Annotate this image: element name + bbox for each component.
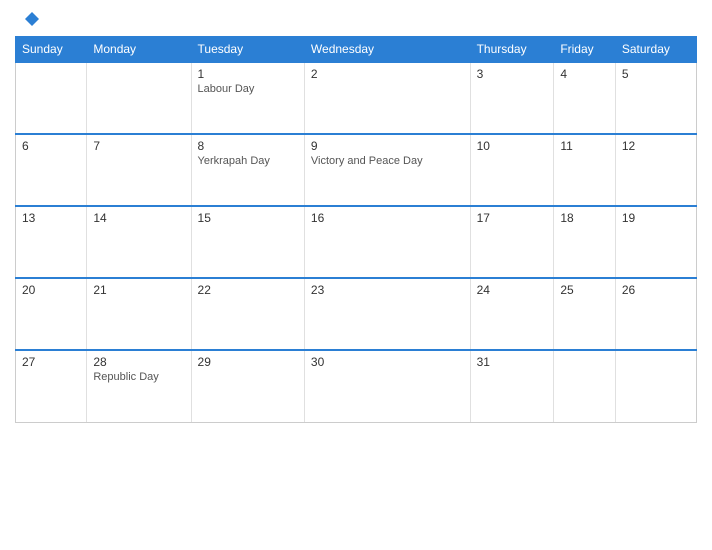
day-cell: 18 — [554, 206, 616, 278]
week-row-1: 1 Labour Day 2345 — [16, 62, 697, 134]
day-number: 10 — [477, 139, 548, 153]
day-cell — [615, 350, 696, 422]
logo — [20, 10, 45, 28]
day-cell: 24 — [470, 278, 554, 350]
day-cell: 8 Yerkrapah Day — [191, 134, 304, 206]
day-number: 12 — [622, 139, 690, 153]
weekday-header-saturday: Saturday — [615, 37, 696, 63]
day-cell: 2 — [304, 62, 470, 134]
day-number: 17 — [477, 211, 548, 225]
weekday-header-monday: Monday — [87, 37, 191, 63]
day-cell: 23 — [304, 278, 470, 350]
day-cell: 28 Republic Day — [87, 350, 191, 422]
day-number: 20 — [22, 283, 80, 297]
day-number: 28 — [93, 355, 184, 369]
day-cell: 17 — [470, 206, 554, 278]
day-cell: 6 — [16, 134, 87, 206]
weekday-header-thursday: Thursday — [470, 37, 554, 63]
day-cell: 29 — [191, 350, 304, 422]
weekday-header-sunday: Sunday — [16, 37, 87, 63]
week-row-5: 27 28 Republic Day 29 30 31 — [16, 350, 697, 422]
day-number: 26 — [622, 283, 690, 297]
day-number: 23 — [311, 283, 464, 297]
day-number: 22 — [198, 283, 298, 297]
day-number: 3 — [477, 67, 548, 81]
day-number: 29 — [198, 355, 298, 369]
weekday-header-wednesday: Wednesday — [304, 37, 470, 63]
day-cell — [16, 62, 87, 134]
day-cell — [87, 62, 191, 134]
day-cell: 25 — [554, 278, 616, 350]
day-number: 9 — [311, 139, 464, 153]
day-cell: 11 — [554, 134, 616, 206]
day-number: 25 — [560, 283, 609, 297]
day-cell: 22 — [191, 278, 304, 350]
day-cell: 16 — [304, 206, 470, 278]
day-number: 30 — [311, 355, 464, 369]
day-cell: 21 — [87, 278, 191, 350]
week-row-2: 678 Yerkrapah Day 9 Victory and Peace Day 10… — [16, 134, 697, 206]
holiday-label: Yerkrapah Day — [198, 155, 298, 167]
weekday-header-tuesday: Tuesday — [191, 37, 304, 63]
day-cell: 15 — [191, 206, 304, 278]
day-number: 19 — [622, 211, 690, 225]
day-cell: 30 — [304, 350, 470, 422]
day-number: 11 — [560, 139, 609, 153]
day-number: 18 — [560, 211, 609, 225]
day-cell: 9 Victory and Peace Day — [304, 134, 470, 206]
day-cell: 13 — [16, 206, 87, 278]
logo-flag-icon — [23, 10, 41, 28]
day-cell: 27 — [16, 350, 87, 422]
day-number: 6 — [22, 139, 80, 153]
day-number: 21 — [93, 283, 184, 297]
day-cell: 26 — [615, 278, 696, 350]
day-cell: 20 — [16, 278, 87, 350]
calendar-page: SundayMondayTuesdayWednesdayThursdayFrid… — [0, 0, 712, 550]
day-number: 2 — [311, 67, 464, 81]
holiday-label: Victory and Peace Day — [311, 155, 464, 167]
day-number: 27 — [22, 355, 80, 369]
calendar-table: SundayMondayTuesdayWednesdayThursdayFrid… — [15, 36, 697, 423]
day-number: 14 — [93, 211, 184, 225]
day-cell — [554, 350, 616, 422]
week-row-4: 20 21 22 23 24 25 26 — [16, 278, 697, 350]
day-number: 31 — [477, 355, 548, 369]
day-number: 15 — [198, 211, 298, 225]
day-cell: 3 — [470, 62, 554, 134]
holiday-label: Republic Day — [93, 371, 184, 383]
day-cell: 19 — [615, 206, 696, 278]
week-row-3: 13 14 15 16 17 18 19 — [16, 206, 697, 278]
day-number: 8 — [198, 139, 298, 153]
day-cell: 14 — [87, 206, 191, 278]
day-cell: 10 — [470, 134, 554, 206]
day-number: 1 — [198, 67, 298, 81]
weekday-header-friday: Friday — [554, 37, 616, 63]
day-number: 16 — [311, 211, 464, 225]
day-number: 7 — [93, 139, 184, 153]
day-number: 24 — [477, 283, 548, 297]
day-cell: 7 — [87, 134, 191, 206]
holiday-label: Labour Day — [198, 83, 298, 95]
weekday-header-row: SundayMondayTuesdayWednesdayThursdayFrid… — [16, 37, 697, 63]
day-cell: 5 — [615, 62, 696, 134]
day-cell: 1 Labour Day — [191, 62, 304, 134]
header — [15, 10, 697, 28]
day-cell: 4 — [554, 62, 616, 134]
day-cell: 12 — [615, 134, 696, 206]
day-number: 5 — [622, 67, 690, 81]
day-cell: 31 — [470, 350, 554, 422]
day-number: 13 — [22, 211, 80, 225]
day-number: 4 — [560, 67, 609, 81]
